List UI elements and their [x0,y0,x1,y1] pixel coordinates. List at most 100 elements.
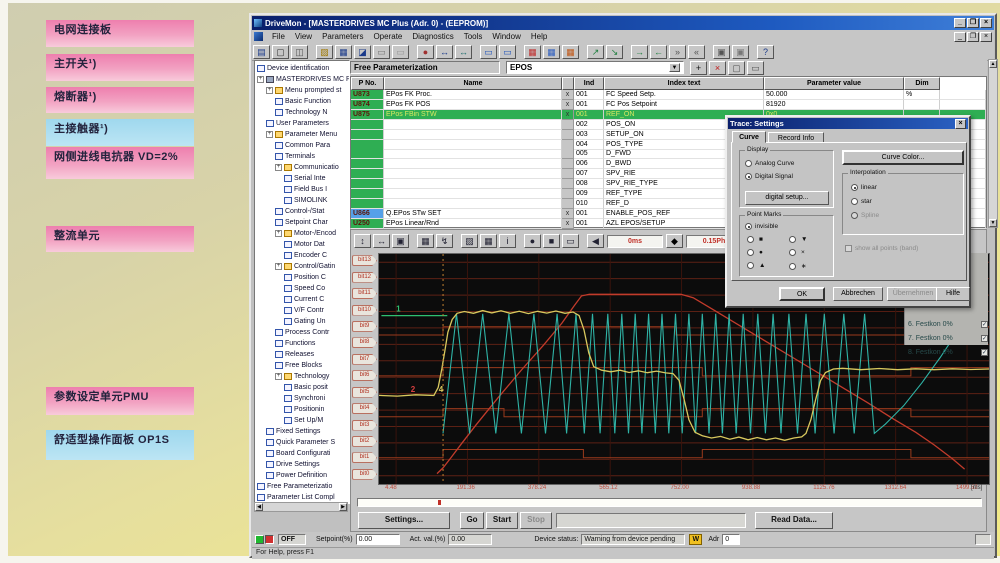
record-icon[interactable]: ● [524,234,541,248]
table-cell[interactable] [562,199,574,209]
abbrechen-button[interactable]: Abbrechen [833,287,883,301]
tree-item-speed-co[interactable]: Speed Co [284,283,349,294]
table-cell[interactable]: x [562,100,574,110]
blank-doc-icon[interactable]: ▢ [272,45,289,59]
tree-horizontal-scrollbar[interactable]: ◀ ▶ [254,502,348,512]
expander-icon[interactable]: + [275,373,282,380]
tree-item-parameter-menu[interactable]: +Parameter Menu [266,129,349,140]
table-cell[interactable] [562,149,574,159]
time-cursor-thumb[interactable] [438,500,441,505]
table-cell[interactable]: 010 [574,199,604,209]
expander-icon[interactable]: + [275,164,282,171]
expander-icon[interactable]: + [266,87,273,94]
table-cell[interactable] [384,149,562,159]
column-header-Name[interactable]: Name [384,77,562,90]
tree-item-fixed-settings[interactable]: Fixed Settings [266,426,349,437]
minimize-button[interactable]: _ [954,18,966,28]
new-list-button[interactable]: ▢ [728,61,745,75]
zoom-y-icon[interactable]: ↕ [354,234,371,248]
close-button[interactable]: × [980,18,992,28]
tree-item-menu-prompted-st[interactable]: +Menu prompted st [266,85,349,96]
tree-item-terminals[interactable]: Terminals [275,151,349,162]
table-cell[interactable] [904,100,940,110]
child-restore-button[interactable]: ❐ [967,32,979,42]
setpoint-field[interactable]: 0.00 [356,534,400,545]
table-cell[interactable]: 50.000 [764,90,904,100]
table-cell[interactable]: x [562,209,574,219]
cascade-icon[interactable]: ▣ [732,45,749,59]
ok-button[interactable]: OK [779,287,825,301]
table-cell[interactable]: 008 [574,179,604,189]
table-cell[interactable] [384,199,562,209]
tree-item-communicatio[interactable]: +Communicatio [275,162,349,173]
table-cell[interactable] [562,130,574,140]
tree-item-simolink[interactable]: SIMOLINK [284,195,349,206]
legend-row-8[interactable]: 8. Festkon 0%✓ [908,347,988,358]
table-cell[interactable]: 001 [574,100,604,110]
table-cell[interactable] [351,189,384,199]
table-cell[interactable]: 005 [574,149,604,159]
tree-item-encoder-c[interactable]: Encoder C [284,250,349,261]
table-cell[interactable]: % [904,90,940,100]
-bernehmen-button[interactable]: Übernehmen [887,287,939,301]
drive-state-leds[interactable] [255,535,275,544]
trace-go-button[interactable]: Go [460,512,484,529]
point-mark-option-2[interactable]: ▼ [789,236,807,243]
chevron-down-icon[interactable]: ▼ [669,63,680,72]
save-trace-icon[interactable]: ▦ [480,234,497,248]
trace-mixed-icon[interactable]: ▦ [562,45,579,59]
delete-parameter-button[interactable]: × [709,61,726,75]
child-close-button[interactable]: × [980,32,992,42]
tree-item-basic-posit[interactable]: Basic posit [284,382,349,393]
column-header-Index text[interactable]: Index text [604,77,764,90]
tree-item-process-contr[interactable]: Process Contr [275,327,349,338]
expander-icon[interactable]: + [266,131,273,138]
expander-icon[interactable]: + [275,263,282,270]
tree-item-gating-un[interactable]: Gating Un [284,316,349,327]
point-mark-option-1[interactable]: ■ [747,236,763,243]
tree-item-functions[interactable]: Functions [275,338,349,349]
table-cell[interactable]: EPos FK Proc. [384,90,562,100]
help-icon[interactable]: ? [757,45,774,59]
open-folder-icon[interactable]: ▨ [316,45,333,59]
menu-window[interactable]: Window [487,31,525,42]
table-cell[interactable]: EPos Linear/Rnd [384,219,562,229]
table-cell[interactable] [562,140,574,150]
table-cell[interactable] [351,120,384,130]
point-mark-option-5[interactable]: ▲ [747,262,765,269]
scroll-up-icon[interactable]: ▲ [989,60,997,68]
menu-view[interactable]: View [290,31,317,42]
radio-invisible[interactable]: invisible [745,223,778,230]
table-cell[interactable]: x [562,110,574,120]
parameter-set-combobox[interactable]: EPOS ▼ [506,61,684,74]
add-parameter-button[interactable]: + [690,61,707,75]
table-cell[interactable]: 001 [574,90,604,100]
table-cell[interactable]: 003 [574,130,604,140]
new-doc-icon[interactable]: ▤ [253,45,270,59]
tree-item-technology[interactable]: +Technology [275,371,349,382]
dialog-title-bar[interactable]: Trace: Settings × [728,118,968,129]
legend-checkbox-icon[interactable]: ✓ [981,321,988,328]
menu-diagnostics[interactable]: Diagnostics [407,31,458,42]
menu-file[interactable]: File [267,31,290,42]
hilfe-button[interactable]: Hilfe [936,287,970,301]
legend-checkbox-icon[interactable]: ✓ [981,349,988,356]
open-trace-icon[interactable]: ▨ [461,234,478,248]
table-cell[interactable] [384,179,562,189]
tree-item-user-parameters[interactable]: User Parameters [266,118,349,129]
legend-row-7[interactable]: 7. Festkon 0%✓ [908,333,988,344]
table-cell[interactable] [351,149,384,159]
trace-multi-icon[interactable]: ▦ [543,45,560,59]
curve-color-button[interactable]: Curve Color... [842,150,964,165]
table-cell[interactable] [384,169,562,179]
tree-item-motor-encod[interactable]: +Motor-/Encod [275,228,349,239]
step-right-icon[interactable]: → [631,45,648,59]
scroll-left-icon[interactable]: ◀ [255,503,263,511]
table-cell[interactable] [940,100,986,110]
menu-tools[interactable]: Tools [459,31,488,42]
table-cell[interactable] [940,90,986,100]
read-data-button[interactable]: Read Data... [755,512,833,529]
point-mark-option-3[interactable]: ● [747,249,763,256]
arrow-up-green-icon[interactable]: ↗ [587,45,604,59]
trace-settings-button[interactable]: Settings... [358,512,450,529]
